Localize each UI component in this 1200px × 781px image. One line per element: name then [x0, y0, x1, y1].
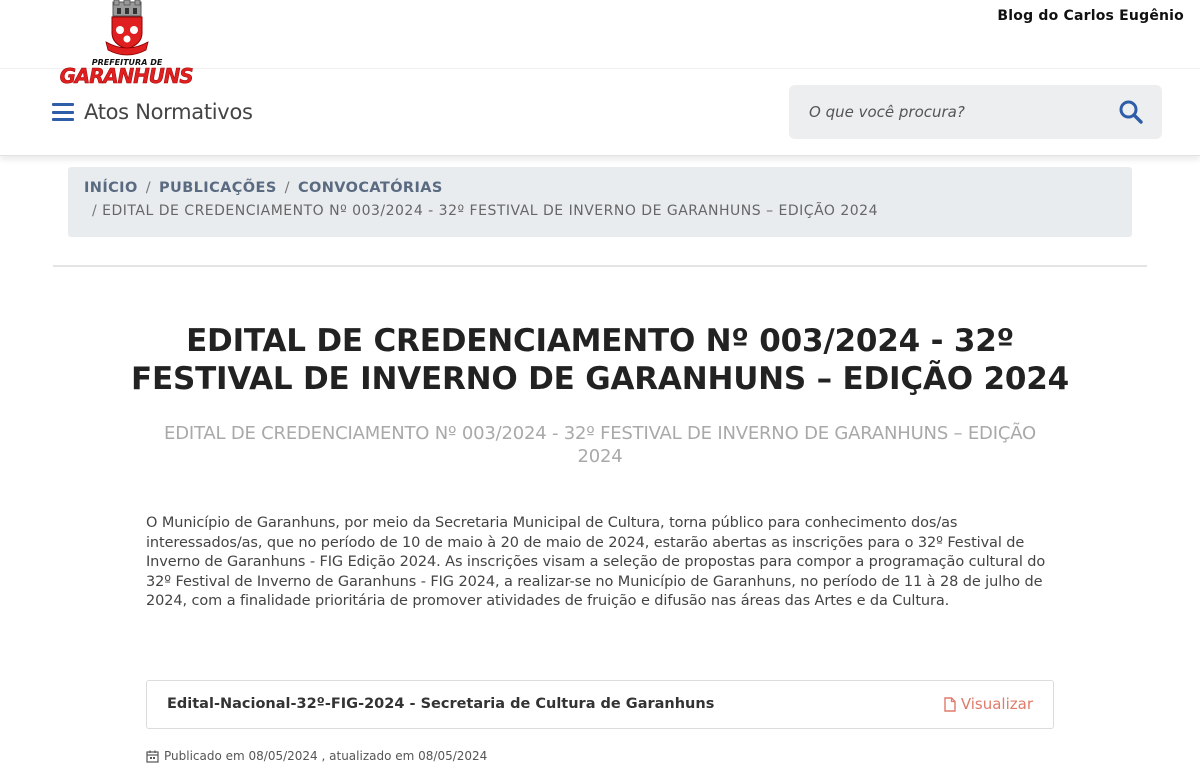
page-subtitle: EDITAL DE CREDENCIAMENTO Nº 003/2024 - 3…	[164, 423, 1036, 467]
page-title-line1: EDITAL DE CREDENCIAMENTO Nº 003/2024 - 3…	[186, 323, 1014, 359]
breadcrumb-item-publicacoes[interactable]: PUBLICAÇÕES	[159, 180, 277, 196]
view-attachment-label: Visualizar	[960, 695, 1033, 713]
attachment-name: Edital-Nacional-32º-FIG-2024 - Secretari…	[167, 696, 715, 712]
breadcrumb-separator: /	[145, 180, 151, 196]
breadcrumb: INÍCIO / PUBLICAÇÕES / CONVOCATÓRIAS / E…	[68, 167, 1132, 237]
attachment-row: Edital-Nacional-32º-FIG-2024 - Secretari…	[146, 680, 1054, 729]
breadcrumb-item-convocatorias[interactable]: CONVOCATÓRIAS	[298, 180, 443, 196]
menu-toggle-button[interactable]: Atos Normativos	[52, 100, 253, 124]
file-icon	[944, 696, 956, 712]
page-title-line2: FESTIVAL DE INVERNO DE GARANHUNS – EDIÇÃ…	[131, 361, 1069, 397]
header-bar: Atos Normativos	[0, 70, 1200, 156]
publication-dates: Publicado em 08/05/2024 , atualizado em …	[164, 749, 488, 763]
search-icon	[1119, 100, 1143, 124]
content-divider	[53, 265, 1147, 267]
article-body: O Município de Garanhuns, por meio da Se…	[146, 515, 1046, 609]
search-input[interactable]	[809, 85, 1109, 139]
breadcrumb-current: EDITAL DE CREDENCIAMENTO Nº 003/2024 - 3…	[102, 203, 878, 219]
search-button[interactable]	[1118, 99, 1144, 125]
blog-watermark: Blog do Carlos Eugênio	[997, 8, 1184, 24]
hamburger-icon	[52, 103, 74, 121]
search-box	[789, 85, 1162, 139]
view-attachment-link[interactable]: Visualizar	[944, 695, 1033, 713]
publication-meta: Publicado em 08/05/2024 , atualizado em …	[146, 749, 487, 763]
menu-label: Atos Normativos	[84, 100, 253, 124]
calendar-icon	[146, 750, 159, 763]
breadcrumb-separator: /	[284, 180, 290, 196]
breadcrumb-item-inicio[interactable]: INÍCIO	[84, 180, 138, 196]
page-title: EDITAL DE CREDENCIAMENTO Nº 003/2024 - 3…	[100, 322, 1100, 398]
breadcrumb-separator: /	[92, 203, 98, 219]
